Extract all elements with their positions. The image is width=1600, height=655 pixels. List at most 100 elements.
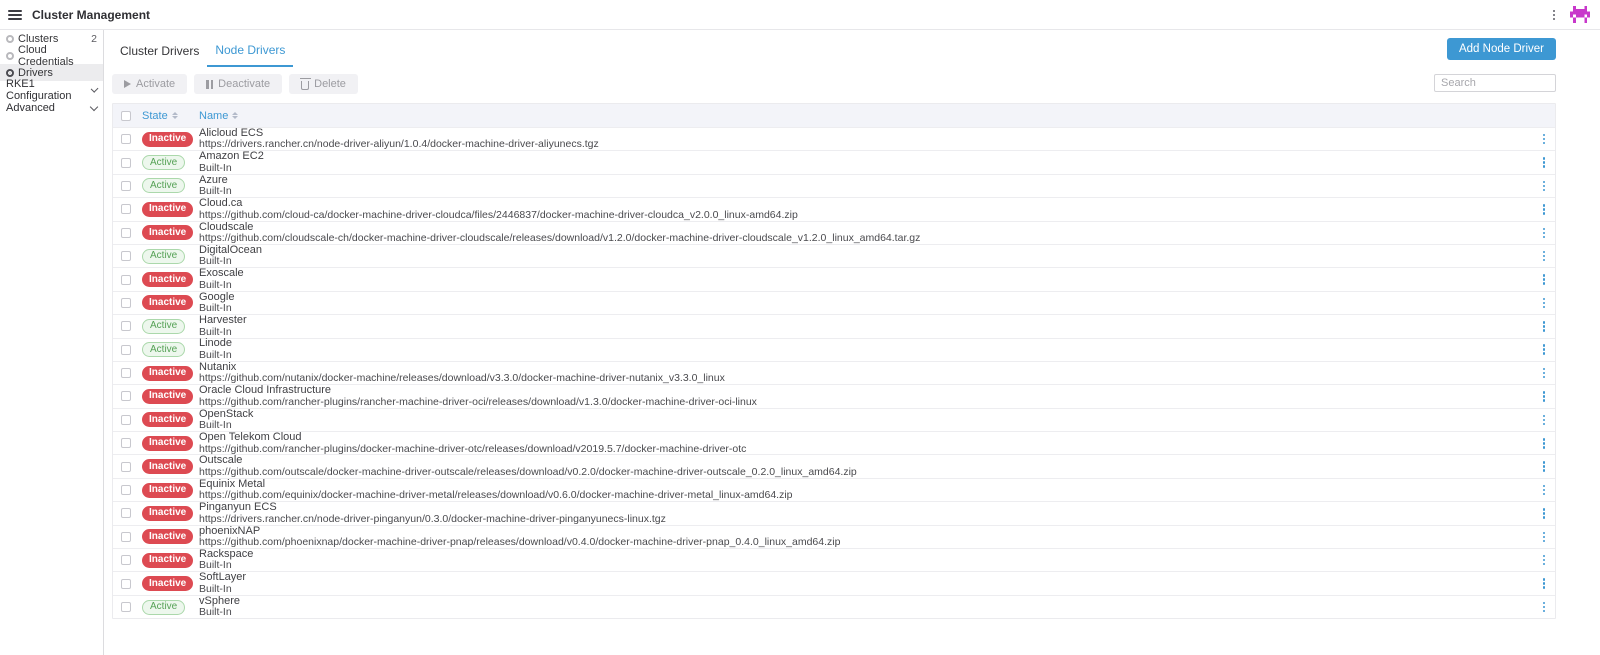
- row-actions-kebab-icon[interactable]: [1539, 317, 1550, 336]
- row-actions-kebab-icon[interactable]: [1539, 504, 1550, 523]
- row-checkbox[interactable]: [121, 415, 131, 425]
- driver-source: Built-In: [199, 584, 1539, 595]
- row-checkbox[interactable]: [121, 181, 131, 191]
- row-checkbox[interactable]: [121, 391, 131, 401]
- driver-name-link[interactable]: Amazon EC2: [199, 151, 1539, 163]
- row-checkbox[interactable]: [121, 532, 131, 542]
- row-checkbox[interactable]: [121, 275, 131, 285]
- action-bar: Activate Deactivate Delete: [112, 74, 1556, 94]
- row-actions-kebab-icon[interactable]: [1539, 598, 1550, 617]
- driver-name-link[interactable]: Open Telekom Cloud: [199, 432, 1539, 444]
- row-actions-kebab-icon[interactable]: [1539, 528, 1550, 547]
- table-row: Inactive Cloud.ca https://github.com/clo…: [113, 197, 1555, 220]
- row-actions-kebab-icon[interactable]: [1539, 153, 1550, 172]
- row-actions-kebab-icon[interactable]: [1539, 411, 1550, 430]
- row-actions-kebab-icon[interactable]: [1539, 481, 1550, 500]
- row-checkbox[interactable]: [121, 158, 131, 168]
- user-avatar[interactable]: [1570, 6, 1590, 23]
- state-badge: Inactive: [142, 366, 193, 381]
- select-all-checkbox[interactable]: [121, 111, 131, 121]
- driver-name-link[interactable]: Harvester: [199, 315, 1539, 327]
- deactivate-button[interactable]: Deactivate: [194, 74, 282, 94]
- menu-hamburger-icon[interactable]: [8, 10, 22, 20]
- search-input[interactable]: [1434, 74, 1556, 92]
- driver-source: Built-In: [199, 327, 1539, 338]
- driver-name-link[interactable]: Google: [199, 292, 1539, 304]
- column-header-name[interactable]: Name: [199, 110, 228, 122]
- driver-name-link[interactable]: DigitalOcean: [199, 245, 1539, 257]
- topbar-kebab-icon[interactable]: [1550, 7, 1558, 23]
- row-actions-kebab-icon[interactable]: [1539, 574, 1550, 593]
- row-actions-kebab-icon[interactable]: [1539, 200, 1550, 219]
- row-actions-kebab-icon[interactable]: [1539, 247, 1550, 266]
- table-row: Active vSphere Built-In: [113, 595, 1555, 618]
- row-checkbox[interactable]: [121, 579, 131, 589]
- driver-name-link[interactable]: Pinganyun ECS: [199, 502, 1539, 514]
- tab-cluster-drivers[interactable]: Cluster Drivers: [112, 38, 207, 66]
- driver-name-link[interactable]: Linode: [199, 338, 1539, 350]
- table-row: Inactive Nutanix https://github.com/nuta…: [113, 361, 1555, 384]
- table-row: Inactive Cloudscale https://github.com/c…: [113, 221, 1555, 244]
- state-badge: Active: [142, 178, 185, 193]
- state-badge: Inactive: [142, 272, 193, 287]
- row-checkbox[interactable]: [121, 228, 131, 238]
- sidebar-item-cloud-credentials[interactable]: Cloud Credentials: [0, 47, 103, 64]
- table-row: Inactive Rackspace Built-In: [113, 548, 1555, 571]
- driver-name-link[interactable]: OpenStack: [199, 409, 1539, 421]
- driver-name-link[interactable]: Exoscale: [199, 268, 1539, 280]
- state-badge: Inactive: [142, 436, 193, 451]
- driver-source: Built-In: [199, 607, 1539, 618]
- driver-source: https://github.com/cloud-ca/docker-machi…: [199, 210, 1539, 221]
- row-checkbox[interactable]: [121, 298, 131, 308]
- row-actions-kebab-icon[interactable]: [1539, 177, 1550, 196]
- row-actions-kebab-icon[interactable]: [1539, 270, 1550, 289]
- driver-name-link[interactable]: SoftLayer: [199, 572, 1539, 584]
- row-actions-kebab-icon[interactable]: [1539, 387, 1550, 406]
- row-checkbox[interactable]: [121, 368, 131, 378]
- delete-label: Delete: [314, 78, 346, 90]
- sidebar-group-rke1-configuration[interactable]: RKE1 Configuration: [0, 81, 103, 99]
- driver-name-link[interactable]: Cloud.ca: [199, 198, 1539, 210]
- row-actions-kebab-icon[interactable]: [1539, 364, 1550, 383]
- driver-name-link[interactable]: Azure: [199, 175, 1539, 187]
- row-actions-kebab-icon[interactable]: [1539, 434, 1550, 453]
- row-checkbox[interactable]: [121, 485, 131, 495]
- driver-source: https://github.com/rancher-plugins/docke…: [199, 444, 1539, 455]
- driver-source: Built-In: [199, 163, 1539, 174]
- driver-name-link[interactable]: vSphere: [199, 596, 1539, 608]
- play-icon: [124, 80, 131, 88]
- tab-node-drivers[interactable]: Node Drivers: [207, 37, 293, 67]
- row-checkbox[interactable]: [121, 508, 131, 518]
- state-badge: Inactive: [142, 553, 193, 568]
- table-row: Inactive OpenStack Built-In: [113, 408, 1555, 431]
- row-checkbox[interactable]: [121, 555, 131, 565]
- row-checkbox[interactable]: [121, 134, 131, 144]
- row-checkbox[interactable]: [121, 251, 131, 261]
- row-checkbox[interactable]: [121, 204, 131, 214]
- add-node-driver-button[interactable]: Add Node Driver: [1447, 38, 1556, 60]
- row-actions-kebab-icon[interactable]: [1539, 130, 1550, 149]
- column-header-state[interactable]: State: [142, 110, 168, 122]
- row-actions-kebab-icon[interactable]: [1539, 457, 1550, 476]
- delete-button[interactable]: Delete: [289, 74, 358, 94]
- row-actions-kebab-icon[interactable]: [1539, 294, 1550, 313]
- row-actions-kebab-icon[interactable]: [1539, 224, 1550, 243]
- row-checkbox[interactable]: [121, 438, 131, 448]
- state-badge: Inactive: [142, 202, 193, 217]
- table-row: Inactive Google Built-In: [113, 291, 1555, 314]
- deactivate-label: Deactivate: [218, 78, 270, 90]
- table-row: Inactive Outscale https://github.com/out…: [113, 454, 1555, 477]
- sidebar-item-label: Cloud Credentials: [18, 44, 97, 68]
- row-checkbox[interactable]: [121, 462, 131, 472]
- row-checkbox[interactable]: [121, 321, 131, 331]
- sort-icon[interactable]: [172, 112, 178, 119]
- state-badge: Inactive: [142, 295, 193, 310]
- row-checkbox[interactable]: [121, 602, 131, 612]
- driver-name-link[interactable]: Rackspace: [199, 549, 1539, 561]
- row-actions-kebab-icon[interactable]: [1539, 551, 1550, 570]
- activate-button[interactable]: Activate: [112, 74, 187, 94]
- row-actions-kebab-icon[interactable]: [1539, 340, 1550, 359]
- sort-icon[interactable]: [232, 112, 238, 119]
- row-checkbox[interactable]: [121, 345, 131, 355]
- state-badge: Active: [142, 155, 185, 170]
